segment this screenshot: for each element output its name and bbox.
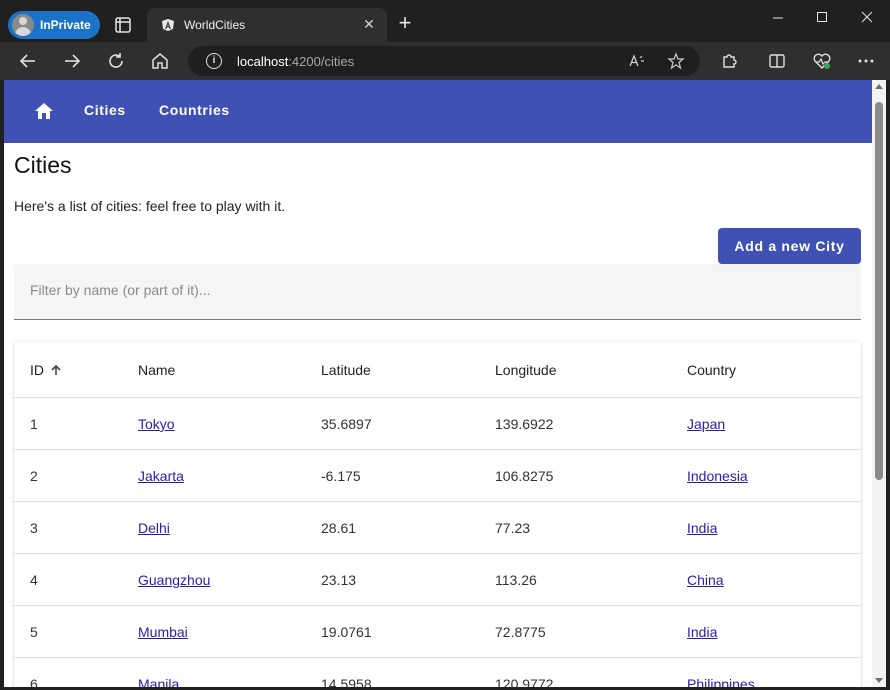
cell-longitude: 139.6922 [495, 416, 554, 432]
site-info-icon[interactable]: i [206, 53, 222, 69]
city-link[interactable]: Mumbai [138, 624, 188, 640]
cities-table: ID Name Latitude Longitude Country 1 Tok… [14, 342, 861, 687]
cell-longitude: 120.9772 [495, 676, 554, 687]
table-row: 6 Manila 14.5958 120.9772 Philippines [14, 658, 861, 687]
add-city-button[interactable]: Add a new City [718, 228, 861, 264]
browser-essentials-icon[interactable] [811, 50, 833, 72]
column-header-longitude[interactable]: Longitude [495, 362, 557, 378]
country-link[interactable]: Indonesia [687, 468, 748, 484]
new-tab-icon[interactable]: + [395, 12, 415, 34]
address-bar[interactable]: i localhost:4200/cities [188, 46, 700, 76]
app-home-icon[interactable] [34, 101, 54, 121]
tab-worldcities[interactable]: WorldCities ✕ [147, 8, 387, 42]
country-link[interactable]: India [687, 520, 717, 536]
page-intro: Here's a list of cities: feel free to pl… [14, 198, 286, 214]
cell-id: 2 [30, 468, 38, 484]
sort-arrow-up-icon [51, 364, 61, 375]
favorite-star-icon[interactable] [667, 52, 685, 70]
url-text[interactable]: localhost:4200/cities [237, 54, 354, 69]
cell-latitude: 19.0761 [321, 624, 372, 640]
tab-actions-icon[interactable] [112, 14, 134, 36]
page-title: Cities [14, 152, 72, 178]
column-header-id-label: ID [30, 362, 44, 378]
angular-favicon-icon [162, 19, 174, 31]
table-row: 2 Jakarta -6.175 106.8275 Indonesia [14, 450, 861, 502]
cell-id: 6 [30, 676, 38, 687]
column-header-id[interactable]: ID [30, 362, 62, 378]
filter-field[interactable] [14, 264, 861, 320]
tab-title: WorldCities [184, 18, 246, 32]
back-icon[interactable] [17, 50, 39, 72]
inprivate-label: InPrivate [40, 18, 91, 32]
cell-longitude: 72.8775 [495, 624, 546, 640]
refresh-icon[interactable] [105, 50, 127, 72]
extensions-icon[interactable] [718, 50, 740, 72]
browser-window: InPrivate WorldCities ✕ + i localhost:42… [0, 0, 890, 690]
table-row: 4 Guangzhou 23.13 113.26 China [14, 554, 861, 606]
home-icon[interactable] [149, 50, 171, 72]
filter-input[interactable] [30, 282, 830, 298]
country-link[interactable]: India [687, 624, 717, 640]
url-host: localhost [237, 54, 289, 69]
cell-id: 5 [30, 624, 38, 640]
cell-longitude: 77.23 [495, 520, 531, 536]
inprivate-badge[interactable]: InPrivate [8, 11, 100, 39]
cell-longitude: 106.8275 [495, 468, 554, 484]
column-header-country[interactable]: Country [687, 362, 736, 378]
table-row: 1 Tokyo 35.6897 139.6922 Japan [14, 398, 861, 450]
city-link[interactable]: Jakarta [138, 468, 184, 484]
cell-id: 1 [30, 416, 38, 432]
minimize-icon[interactable] [766, 8, 790, 28]
table-row: 3 Delhi 28.61 77.23 India [14, 502, 861, 554]
web-page: Cities Countries Cities Here's a list of… [4, 80, 872, 687]
profile-avatar [12, 14, 34, 36]
tab-strip: InPrivate WorldCities ✕ + [0, 0, 890, 42]
scroll-down-arrow-icon[interactable] [875, 678, 883, 683]
forward-icon[interactable] [61, 50, 83, 72]
table-row: 5 Mumbai 19.0761 72.8775 India [14, 606, 861, 658]
cell-id: 4 [30, 572, 38, 588]
nav-link-countries[interactable]: Countries [159, 102, 230, 118]
nav-link-cities[interactable]: Cities [84, 102, 126, 118]
close-tab-icon[interactable]: ✕ [361, 16, 377, 32]
city-link[interactable]: Delhi [138, 520, 170, 536]
split-screen-icon[interactable] [766, 50, 788, 72]
cell-id: 3 [30, 520, 38, 536]
city-link[interactable]: Tokyo [138, 416, 175, 432]
maximize-icon[interactable] [810, 8, 834, 28]
read-aloud-icon[interactable] [628, 52, 646, 70]
scroll-up-arrow-icon[interactable] [875, 84, 883, 89]
column-header-latitude[interactable]: Latitude [321, 362, 371, 378]
cell-latitude: 14.5958 [321, 676, 372, 687]
app-toolbar: Cities Countries [4, 80, 872, 143]
cell-latitude: 35.6897 [321, 416, 372, 432]
cell-longitude: 113.26 [495, 572, 537, 588]
cell-latitude: 28.61 [321, 520, 357, 536]
table-header-row: ID Name Latitude Longitude Country [14, 342, 861, 398]
more-options-icon[interactable] [855, 50, 877, 72]
country-link[interactable]: Japan [687, 416, 725, 432]
page-scrollbar[interactable] [872, 80, 886, 687]
cell-latitude: -6.175 [321, 468, 361, 484]
cell-latitude: 23.13 [321, 572, 357, 588]
scrollbar-thumb[interactable] [875, 102, 883, 480]
city-link[interactable]: Guangzhou [138, 572, 210, 588]
city-link[interactable]: Manila [138, 676, 179, 687]
country-link[interactable]: Philippines [687, 676, 755, 687]
close-window-icon[interactable] [855, 8, 879, 28]
browser-toolbar: i localhost:4200/cities [0, 42, 890, 80]
url-path: :4200/cities [288, 54, 355, 69]
column-header-name[interactable]: Name [138, 362, 175, 378]
country-link[interactable]: China [687, 572, 724, 588]
